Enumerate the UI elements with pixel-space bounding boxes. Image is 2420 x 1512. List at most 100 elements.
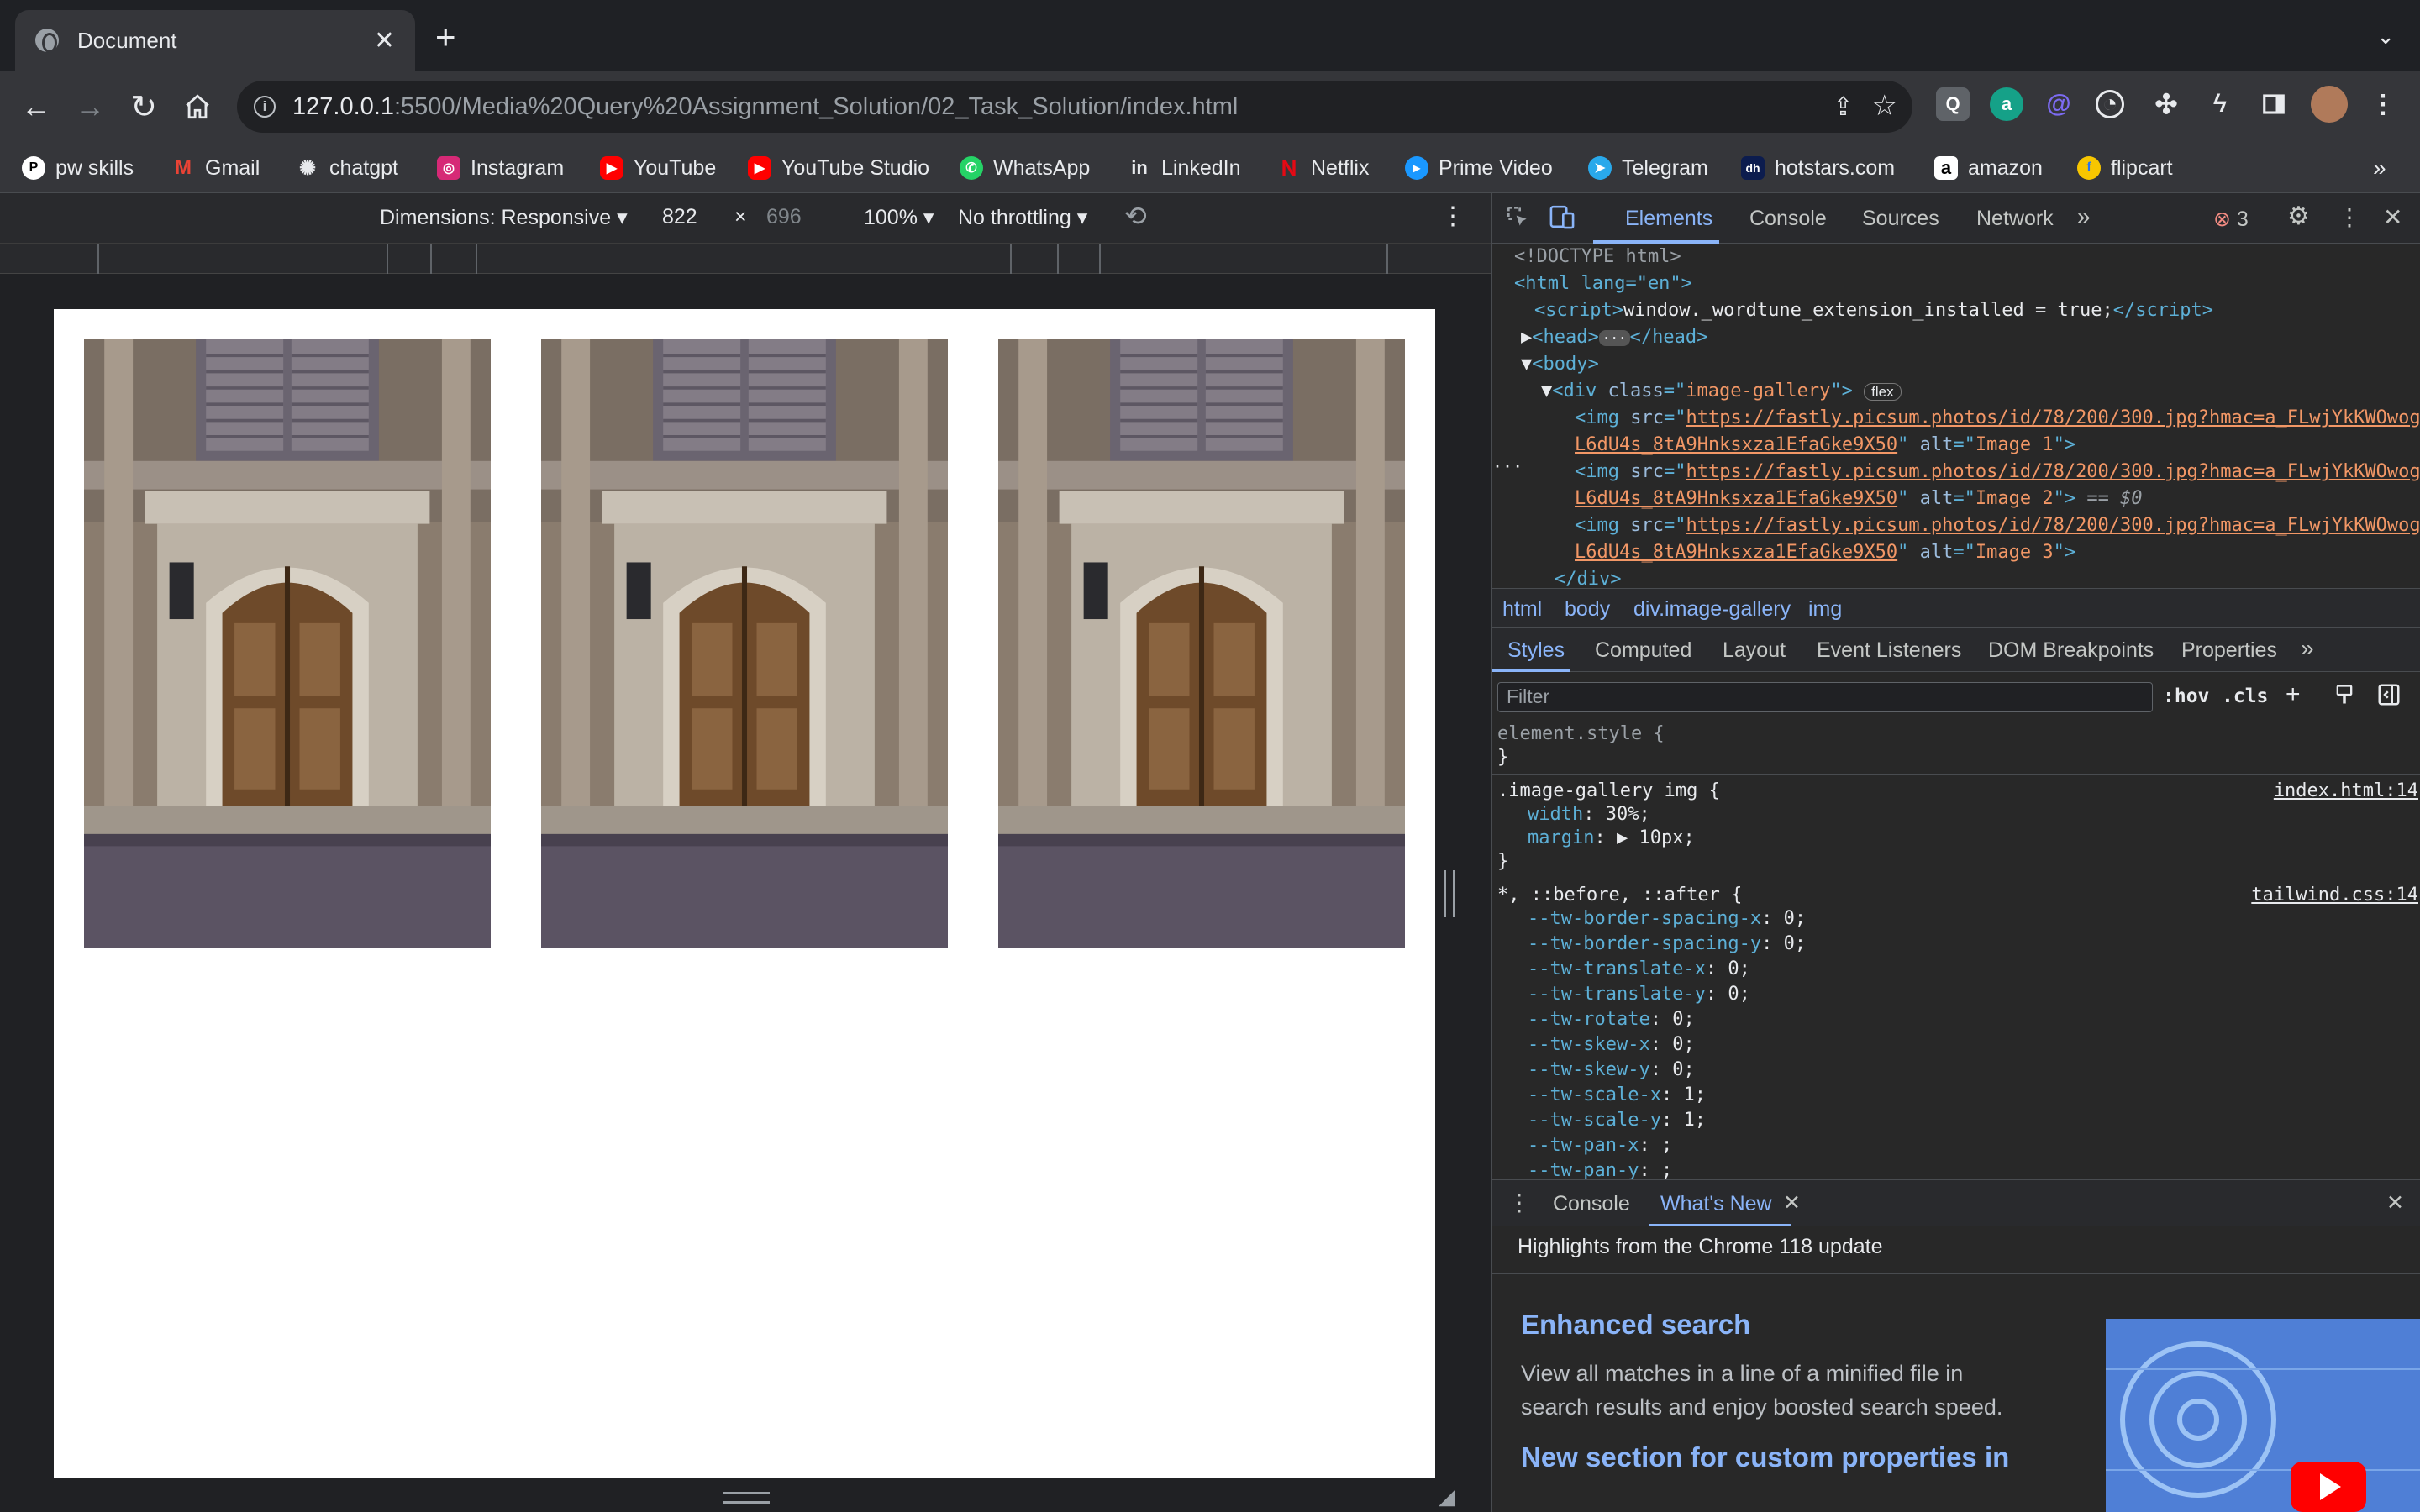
expand-triangle-icon[interactable]: ▶ [1521, 327, 1532, 348]
dom-img-2[interactable]: <img src="https://fastly.picsum.photos/i… [1575, 459, 2420, 486]
drawer-tab-console[interactable]: Console [1553, 1192, 1630, 1216]
viewport-resize-handle-bottom[interactable] [723, 1492, 770, 1504]
home-icon[interactable] [176, 86, 218, 128]
prop-margin[interactable]: margin: ▶ 10px; [1528, 827, 1695, 850]
bookmark-youtube[interactable]: ▶ YouTube [600, 151, 716, 185]
back-arrow-icon[interactable]: ← [15, 86, 57, 128]
css-property-row[interactable]: --tw-pan-y: ; [1528, 1159, 1672, 1179]
css-property-row[interactable]: --tw-skew-x: 0; [1528, 1033, 1695, 1057]
toggle-sidebar-icon[interactable] [2376, 682, 2402, 712]
drawer-menu-icon[interactable]: ⋮ [1507, 1189, 1531, 1216]
height-input[interactable]: 696 [766, 205, 802, 229]
css-property-row[interactable]: --tw-scale-y: 1; [1528, 1109, 1706, 1132]
bookmark-prime-video[interactable]: ▸ Prime Video [1405, 151, 1553, 185]
universal-rule-source-link[interactable]: tailwind.css:14 [2251, 884, 2418, 907]
prop-width[interactable]: width: 30%; [1528, 803, 1650, 827]
css-property-row[interactable]: --tw-pan-x: ; [1528, 1134, 1672, 1158]
bookmark-hotstar[interactable]: dh hotstars.com [1741, 151, 1895, 185]
flex-badge[interactable]: flex [1864, 383, 1902, 401]
css-property-row[interactable]: --tw-scale-x: 1; [1528, 1084, 1706, 1107]
tab-sources[interactable]: Sources [1862, 207, 1939, 231]
tab-layout[interactable]: Layout [1723, 638, 1786, 663]
viewport-resize-handle-right[interactable] [1444, 870, 1455, 917]
share-icon[interactable]: ⇪ [1833, 92, 1854, 122]
bookmark-netflix[interactable]: N Netflix [1277, 151, 1370, 185]
bookmark-youtube-studio[interactable]: ▶ YouTube Studio [748, 151, 929, 185]
breadcrumb-body[interactable]: body [1565, 597, 1610, 622]
more-style-tabs-button[interactable]: » [2301, 635, 2314, 662]
tab-event-listeners[interactable]: Event Listeners [1817, 638, 1961, 663]
css-property-row[interactable]: --tw-border-spacing-y: 0; [1528, 932, 1806, 956]
device-toggle-icon[interactable] [1548, 203, 1576, 236]
collapse-triangle-icon[interactable]: ▼ [1521, 354, 1532, 375]
dom-div-close[interactable]: </div> [1555, 566, 1621, 588]
zoom-dropdown[interactable]: 100% ▾ [864, 205, 934, 230]
styles-filter-input[interactable]: Filter [1497, 682, 2153, 712]
extension-q-icon[interactable]: Q [1936, 87, 1970, 121]
img-src-link[interactable]: https://fastly.picsum.photos/id/78/200/3… [1686, 461, 2420, 482]
collapse-triangle-icon[interactable]: ▼ [1541, 381, 1552, 402]
css-property-row[interactable]: --tw-translate-x: 0; [1528, 958, 1750, 981]
reload-icon[interactable]: ↻ [123, 86, 165, 128]
dom-html[interactable]: <html lang="en"> [1514, 270, 1692, 297]
dimensions-dropdown[interactable]: Dimensions: Responsive ▾ [380, 205, 628, 230]
tab-elements[interactable]: Elements [1625, 207, 1712, 231]
hov-toggle[interactable]: :hov [2163, 685, 2209, 707]
css-property-row[interactable]: --tw-rotate: 0; [1528, 1008, 1695, 1032]
bookmark-linkedin[interactable]: in LinkedIn [1128, 151, 1240, 185]
extension-grammarly-icon[interactable]: a [1990, 87, 2023, 121]
img-src-link[interactable]: https://fastly.picsum.photos/id/78/200/3… [1686, 407, 2420, 428]
dom-img-1-cont[interactable]: L6dU4s_8tA9Hnksxza1EfaGke9X50" alt="Imag… [1575, 432, 2075, 459]
tab-styles[interactable]: Styles [1507, 638, 1565, 663]
whats-new-video-thumbnail[interactable] [2106, 1319, 2420, 1512]
settings-gear-icon[interactable]: ⚙ [2287, 202, 2310, 231]
extension-at-icon[interactable]: @ [2042, 87, 2075, 121]
extension-speed-icon[interactable]: ◔ [2096, 90, 2124, 118]
close-drawer-icon[interactable]: ✕ [2386, 1190, 2404, 1215]
address-bar[interactable]: i 127.0.0.1:5500/Media%20Query%20Assignm… [237, 81, 1912, 133]
tab-dom-breakpoints[interactable]: DOM Breakpoints [1988, 638, 2154, 663]
tab-console[interactable]: Console [1749, 207, 1827, 231]
paint-brush-icon[interactable] [2333, 682, 2356, 712]
tab-search-chevron-icon[interactable]: ⌄ [2376, 24, 2395, 50]
dom-body[interactable]: ▼<body> [1521, 351, 1599, 378]
tab-computed[interactable]: Computed [1595, 638, 1691, 663]
row-more-icon[interactable]: ··· [1492, 454, 1523, 480]
dom-head[interactable]: ▶<head> ··· </head> [1521, 324, 1707, 352]
media-query-ruler[interactable] [0, 244, 1491, 274]
bookmark-pw-skills[interactable]: Ppw skills [22, 151, 134, 185]
device-toolbar-menu-icon[interactable]: ⋮ [1440, 202, 1465, 231]
cls-toggle[interactable]: .cls [2222, 685, 2268, 707]
tab-properties[interactable]: Properties [2181, 638, 2277, 663]
browser-tab[interactable]: Document ✕ [15, 10, 415, 71]
bookmark-chatgpt[interactable]: ✺ chatgpt [296, 151, 398, 185]
ellipsis-icon[interactable]: ··· [1598, 330, 1630, 346]
dom-doctype[interactable]: <!DOCTYPE html> [1514, 244, 1681, 270]
new-tab-button[interactable]: + [435, 17, 456, 57]
dom-img-2-cont[interactable]: L6dU4s_8tA9Hnksxza1EfaGke9X50" alt="Imag… [1575, 486, 2143, 512]
breadcrumb-img[interactable]: img [1808, 597, 1842, 622]
universal-selector[interactable]: *, ::before, ::after { [1497, 884, 1742, 907]
width-input[interactable]: 822 [662, 205, 697, 229]
profile-avatar[interactable] [2311, 86, 2348, 123]
close-tab-icon[interactable]: ✕ [374, 26, 395, 55]
throttling-dropdown[interactable]: No throttling ▾ [958, 205, 1087, 230]
bookmark-gmail[interactable]: M Gmail [171, 151, 260, 185]
css-property-row[interactable]: --tw-skew-y: 0; [1528, 1058, 1695, 1082]
gallery-img-selector[interactable]: .image-gallery img { [1497, 780, 1720, 803]
dom-img-3[interactable]: <img src="https://fastly.picsum.photos/i… [1575, 512, 2420, 539]
element-style-selector[interactable]: element.style { [1497, 722, 1665, 746]
side-panel-icon[interactable] [2257, 87, 2291, 121]
breadcrumb-div[interactable]: div.image-gallery [1634, 597, 1791, 622]
css-property-row[interactable]: --tw-border-spacing-x: 0; [1528, 907, 1806, 931]
img-src-link-cont[interactable]: L6dU4s_8tA9Hnksxza1EfaGke9X50 [1575, 434, 1897, 455]
dom-script[interactable]: <script>window._wordtune_extension_insta… [1534, 297, 2213, 324]
extension-bolt-icon[interactable]: ϟ [2203, 87, 2237, 121]
bookmark-whatsapp[interactable]: ✆ WhatsApp [960, 151, 1090, 185]
bookmarks-overflow-button[interactable]: » [2373, 151, 2386, 185]
more-tabs-button[interactable]: » [2077, 203, 2091, 230]
inspect-element-icon[interactable] [1504, 203, 1531, 236]
gallery-rule-source-link[interactable]: index.html:14 [2274, 780, 2418, 803]
bookmark-telegram[interactable]: ➤ Telegram [1588, 151, 1708, 185]
img-src-link-cont[interactable]: L6dU4s_8tA9Hnksxza1EfaGke9X50 [1575, 488, 1897, 509]
